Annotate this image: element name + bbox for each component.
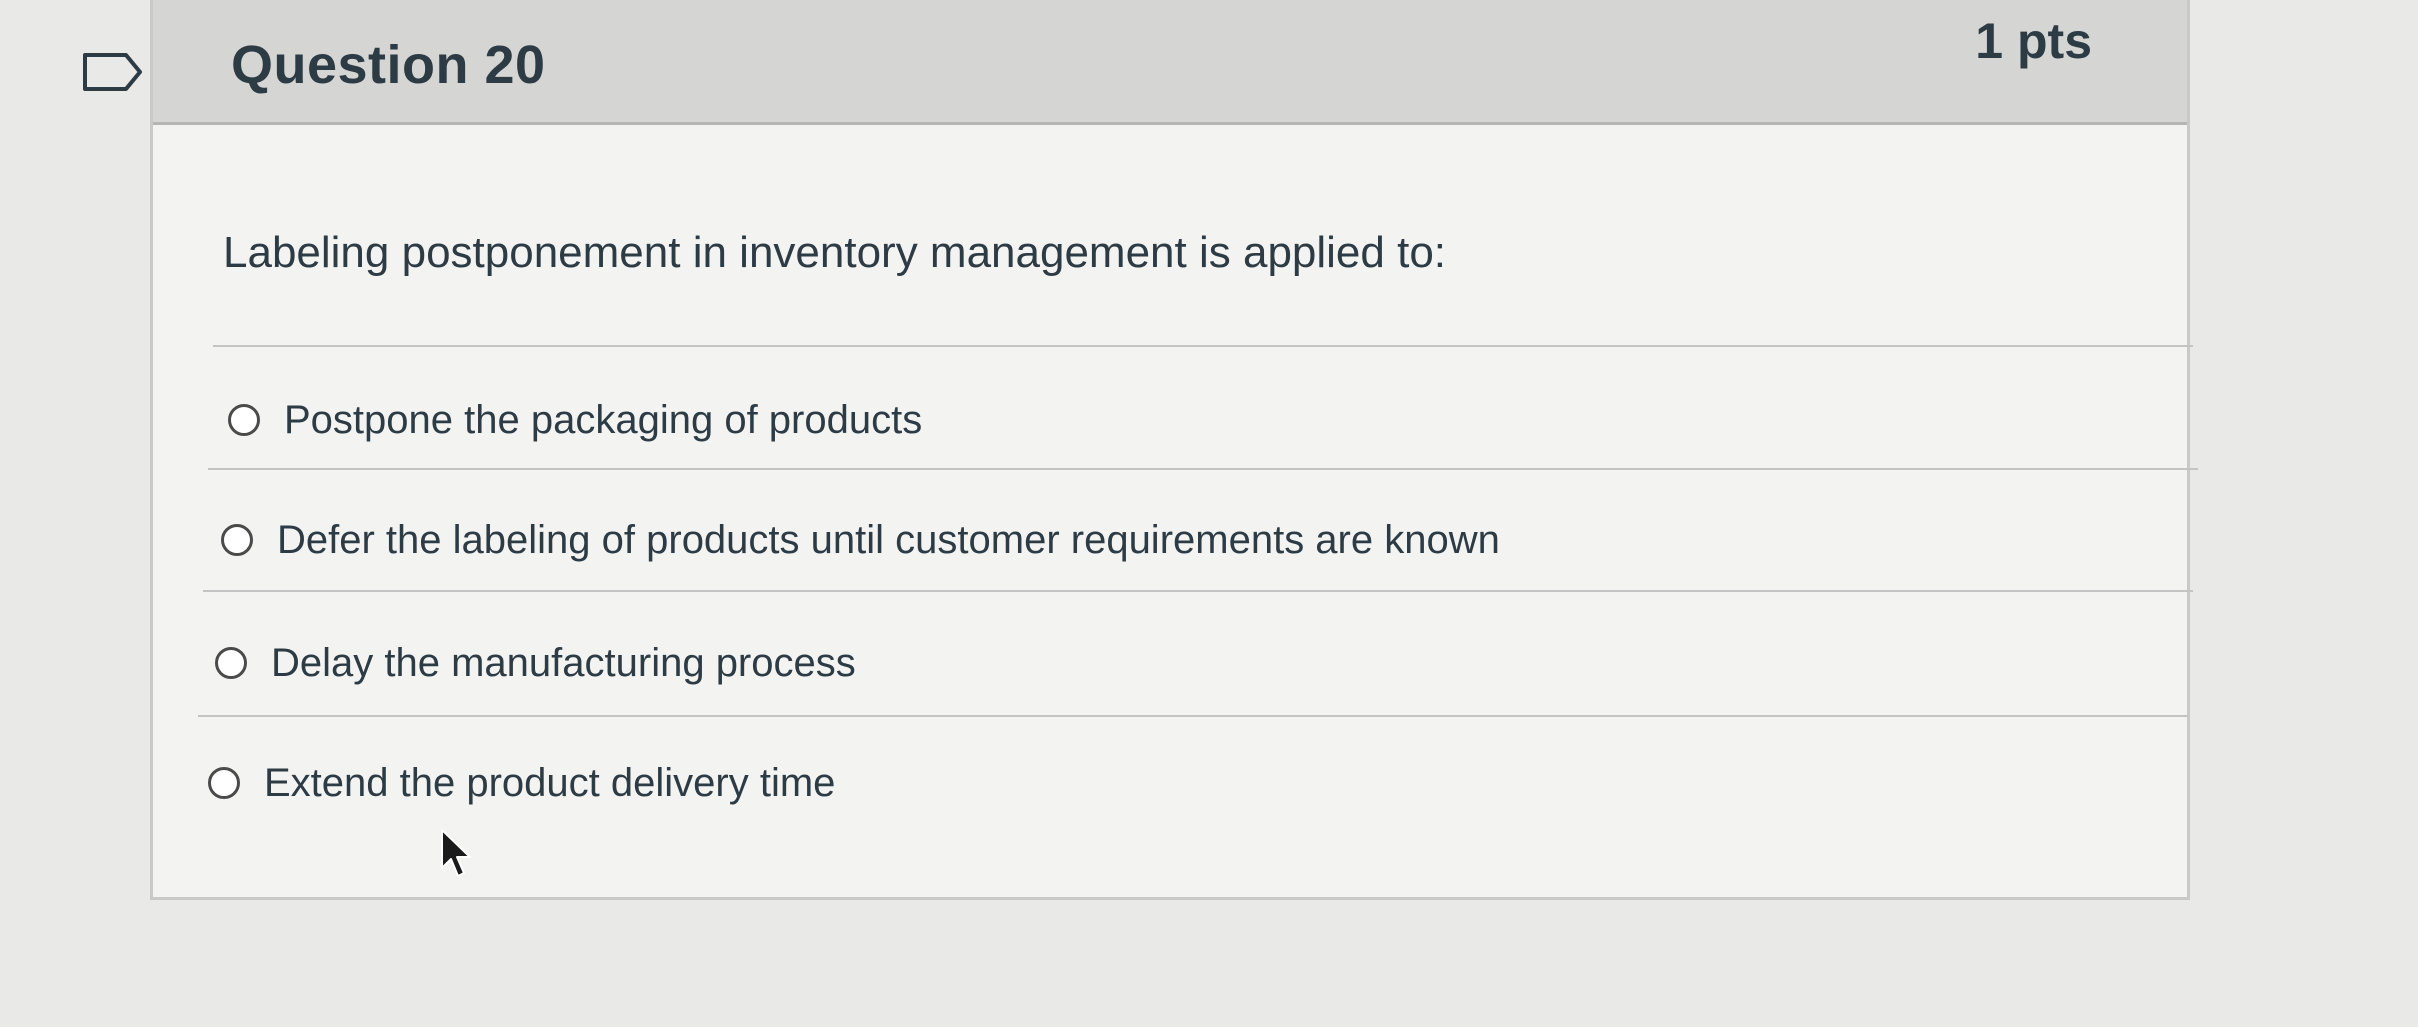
- question-points: 1 pts: [1975, 13, 2092, 69]
- answer-option-1[interactable]: Postpone the packaging of products: [228, 385, 922, 455]
- radio-icon[interactable]: [215, 647, 247, 679]
- divider: [203, 590, 2193, 592]
- answer-label: Postpone the packaging of products: [284, 397, 923, 442]
- question-card: Question 20 1 pts Labeling postponement …: [150, 0, 2198, 900]
- divider: [198, 715, 2188, 717]
- flag-question-icon[interactable]: [82, 52, 144, 92]
- answer-option-4[interactable]: Extend the product delivery time: [208, 748, 835, 818]
- radio-icon[interactable]: [208, 767, 240, 799]
- answer-option-3[interactable]: Delay the manufacturing process: [215, 628, 856, 698]
- divider: [208, 468, 2198, 470]
- divider: [213, 345, 2193, 347]
- radio-icon[interactable]: [228, 404, 260, 436]
- question-title: Question 20: [231, 35, 546, 95]
- answer-option-2[interactable]: Defer the labeling of products until cus…: [221, 505, 1500, 575]
- answer-label: Defer the labeling of products until cus…: [277, 517, 1500, 562]
- answer-label: Extend the product delivery time: [264, 760, 836, 805]
- question-header: Question 20 1 pts: [153, 0, 2187, 125]
- answer-label: Delay the manufacturing process: [271, 640, 856, 685]
- question-prompt: Labeling postponement in inventory manag…: [223, 228, 1447, 277]
- mouse-cursor-icon: [441, 829, 471, 877]
- radio-icon[interactable]: [221, 524, 253, 556]
